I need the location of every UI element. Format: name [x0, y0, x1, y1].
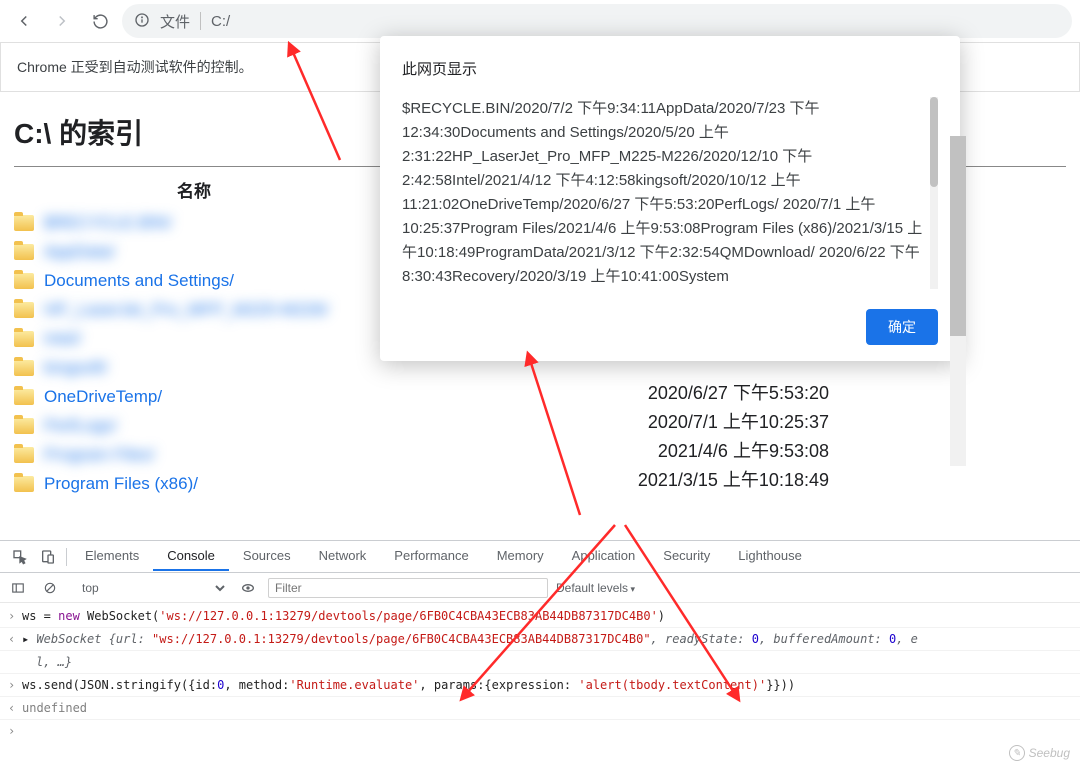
console-body[interactable]: › ws = new WebSocket('ws://127.0.0.1:132… [0, 603, 1080, 763]
url-text: C:/ [211, 13, 230, 30]
infobar-text: Chrome 正受到自动测试软件的控制。 [17, 59, 253, 75]
file-date: 2021/3/15 上午10:18:49 [589, 466, 829, 495]
file-link[interactable]: HP_LaserJet_Pro_MFP_M225-M226/ [44, 300, 328, 320]
file-link[interactable]: Program Files/ [44, 445, 155, 465]
name-header: 名称 [14, 177, 374, 202]
file-date: 2021/4/6 上午9:53:08 [589, 437, 829, 466]
tab-security[interactable]: Security [649, 542, 724, 571]
console-toolbar: top Default levels [0, 573, 1080, 603]
alert-body: $RECYCLE.BIN/2020/7/2 下午9:34:11AppData/2… [402, 97, 938, 289]
folder-icon [14, 360, 34, 376]
forward-button[interactable] [46, 5, 78, 37]
tab-network[interactable]: Network [305, 542, 381, 571]
console-input-line: › ws.send(JSON.stringify({id:0, method:'… [0, 674, 1080, 697]
tab-lighthouse[interactable]: Lighthouse [724, 542, 816, 571]
watermark: ✎ Seebug [1009, 745, 1070, 761]
folder-icon [14, 418, 34, 434]
folder-icon [14, 273, 34, 289]
file-link[interactable]: $RECYCLE.BIN/ [44, 213, 172, 233]
log-levels-select[interactable]: Default levels [556, 581, 635, 595]
file-link[interactable]: PerfLogs/ [44, 416, 117, 436]
console-output-line: ‹ ▸ WebSocket {url: "ws://127.0.0.1:1327… [0, 628, 1080, 651]
alert-dialog: 此网页显示 $RECYCLE.BIN/2020/7/2 下午9:34:11App… [380, 36, 960, 361]
address-bar[interactable]: 文件 C:/ [122, 4, 1072, 38]
live-expression-icon[interactable] [236, 576, 260, 600]
alert-scrollbar[interactable] [930, 97, 938, 289]
file-label: 文件 [160, 11, 190, 32]
list-item[interactable]: Program Files/ [14, 440, 1066, 469]
file-link[interactable]: kingsoft/ [44, 358, 107, 378]
list-item[interactable]: OneDriveTemp/ [14, 382, 1066, 411]
folder-icon [14, 389, 34, 405]
folder-icon [14, 476, 34, 492]
back-button[interactable] [8, 5, 40, 37]
file-date: 2020/6/27 下午5:53:20 [589, 379, 829, 408]
tab-memory[interactable]: Memory [483, 542, 558, 571]
separator [200, 12, 201, 30]
devtools-tabs: ElementsConsoleSourcesNetworkPerformance… [0, 541, 1080, 573]
alert-ok-button[interactable]: 确定 [866, 309, 938, 345]
file-link[interactable]: Documents and Settings/ [44, 271, 234, 291]
devtools-panel: ElementsConsoleSourcesNetworkPerformance… [0, 540, 1080, 763]
folder-icon [14, 244, 34, 260]
console-prompt-line[interactable]: › [0, 720, 1080, 742]
info-icon [134, 12, 150, 31]
tab-elements[interactable]: Elements [71, 542, 153, 571]
reload-button[interactable] [84, 5, 116, 37]
page-scrollbar[interactable] [950, 136, 966, 466]
alert-body-text: $RECYCLE.BIN/2020/7/2 下午9:34:11AppData/2… [402, 100, 922, 285]
tab-application[interactable]: Application [558, 542, 650, 571]
folder-icon [14, 331, 34, 347]
context-select[interactable]: top [78, 580, 228, 596]
folder-icon [14, 447, 34, 463]
file-link[interactable]: AppData/ [44, 242, 115, 262]
tab-sources[interactable]: Sources [229, 542, 305, 571]
console-output-cont: l, …} [0, 651, 1080, 674]
console-input-line: › ws = new WebSocket('ws://127.0.0.1:132… [0, 605, 1080, 628]
filter-input[interactable] [268, 578, 548, 598]
file-link[interactable]: Intel/ [44, 329, 81, 349]
clear-console-icon[interactable] [38, 576, 62, 600]
tab-performance[interactable]: Performance [380, 542, 482, 571]
alert-title: 此网页显示 [402, 58, 938, 79]
console-output-line: ‹ undefined [0, 697, 1080, 720]
list-item[interactable]: PerfLogs/ [14, 411, 1066, 440]
folder-icon [14, 215, 34, 231]
console-sidebar-toggle-icon[interactable] [6, 576, 30, 600]
folder-icon [14, 302, 34, 318]
tab-console[interactable]: Console [153, 542, 229, 571]
device-toggle-icon[interactable] [34, 543, 62, 571]
scrollbar-thumb[interactable] [950, 136, 966, 336]
file-date: 2020/7/1 上午10:25:37 [589, 408, 829, 437]
alert-scrollbar-thumb[interactable] [930, 97, 938, 187]
inspect-icon[interactable] [6, 543, 34, 571]
list-item[interactable]: Program Files (x86)/ [14, 469, 1066, 498]
file-link[interactable]: Program Files (x86)/ [44, 474, 198, 494]
file-link[interactable]: OneDriveTemp/ [44, 387, 162, 407]
